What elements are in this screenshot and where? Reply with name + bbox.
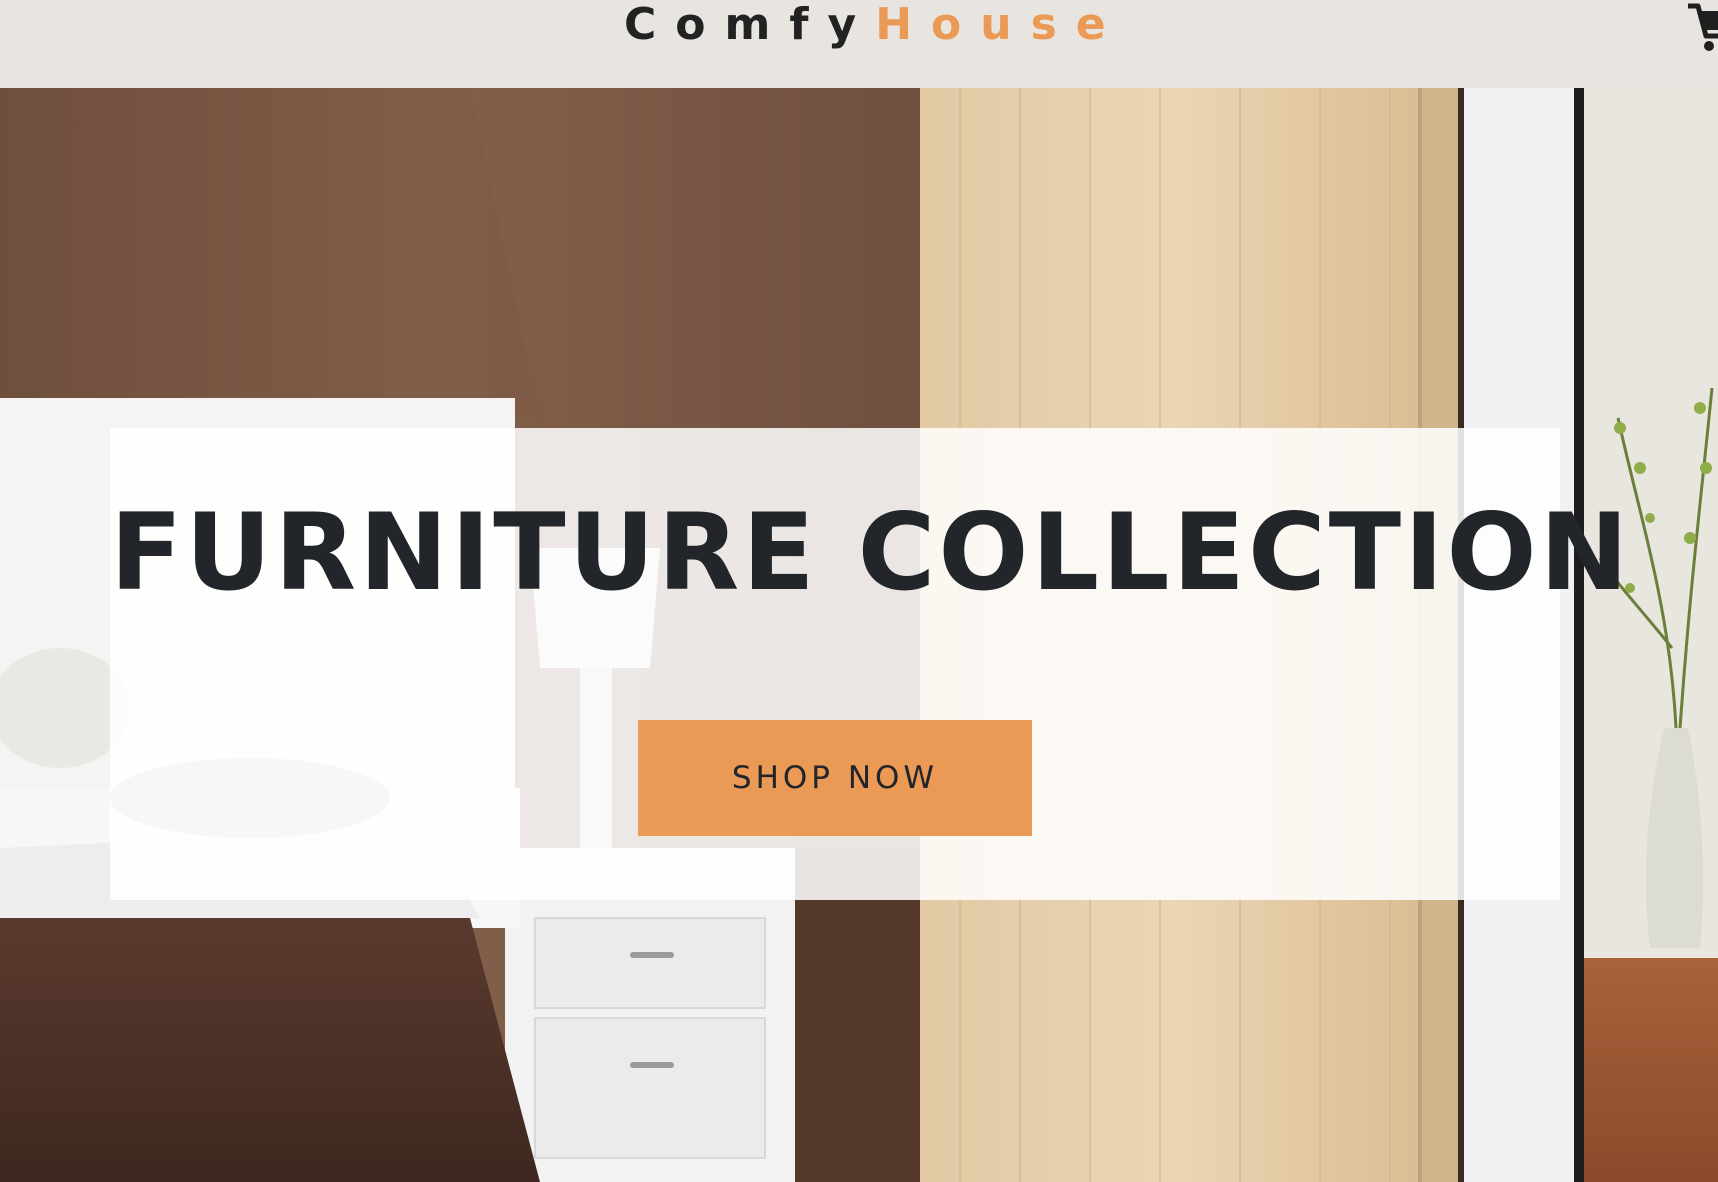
cart-icon[interactable] <box>1686 0 1718 56</box>
brand-name-house: House <box>875 0 1125 50</box>
hero-section: FURNITURE COLLECTION SHOP NOW <box>0 88 1718 1182</box>
navbar: Comfy House <box>0 0 1718 88</box>
shop-now-button[interactable]: SHOP NOW <box>638 720 1032 836</box>
brand-logo[interactable]: Comfy House <box>624 0 1125 52</box>
brand-name-comfy: Comfy <box>624 0 876 50</box>
hero-title: FURNITURE COLLECTION <box>110 491 1632 614</box>
hero-banner: FURNITURE COLLECTION SHOP NOW <box>110 428 1632 900</box>
